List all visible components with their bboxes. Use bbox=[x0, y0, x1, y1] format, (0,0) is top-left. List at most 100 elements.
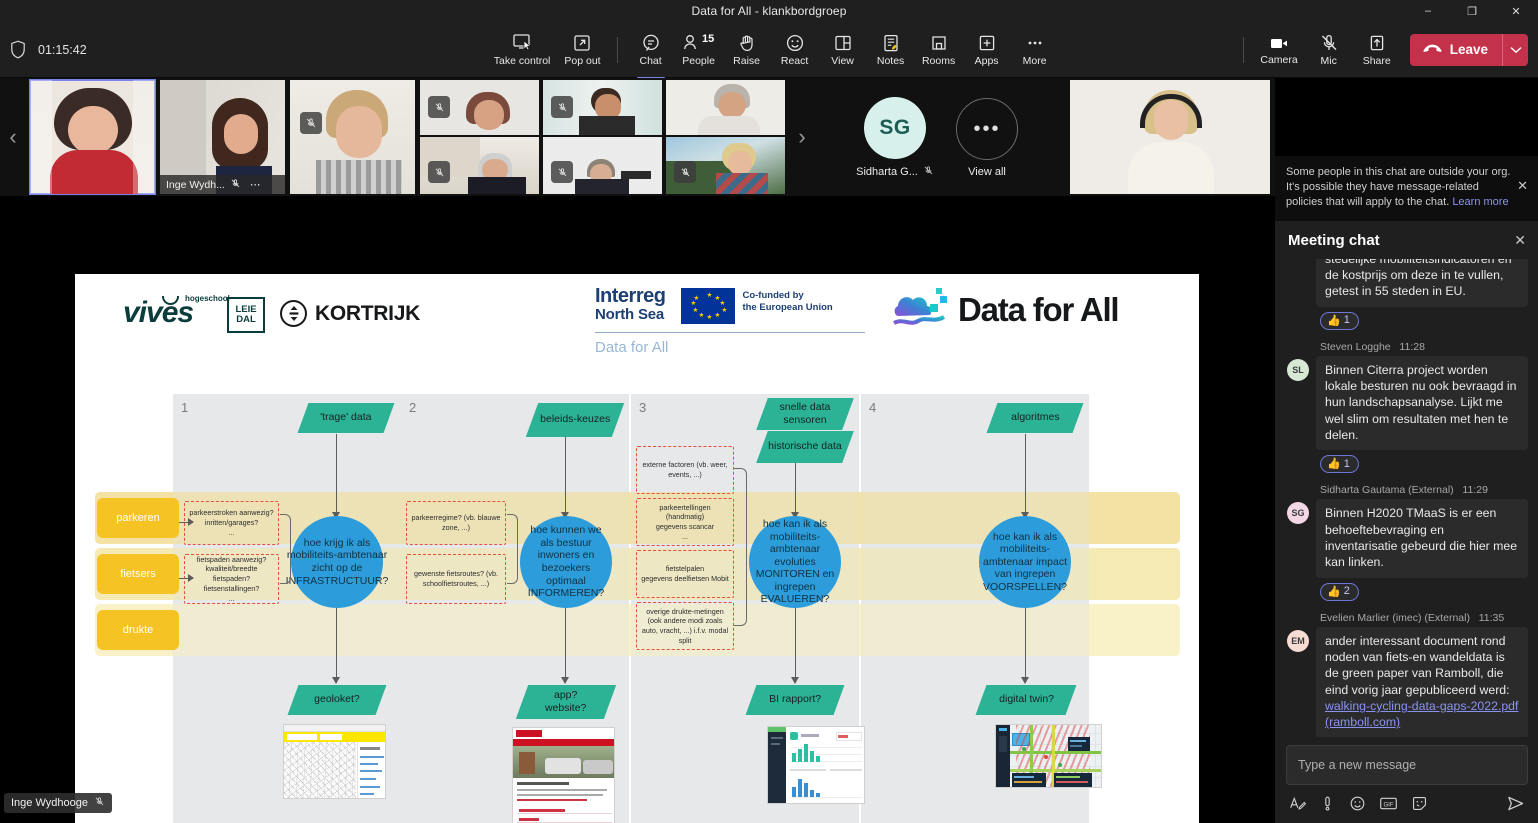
chat-close-icon[interactable]: ✕ bbox=[1514, 232, 1526, 249]
pop-out-button[interactable]: Pop out bbox=[558, 30, 606, 69]
chat-message-reaction[interactable]: 👍 2 bbox=[1320, 582, 1359, 601]
minimize-button[interactable]: – bbox=[1406, 0, 1450, 22]
column-1-note-2[interactable]: fietspaden aanwezig? kwaliteit/breedte f… bbox=[184, 554, 279, 604]
take-control-button[interactable]: Take control bbox=[488, 30, 557, 69]
column-2-note-2[interactable]: gewenste fietsroutes? (vb. schoolfietsro… bbox=[406, 554, 506, 604]
mic-button[interactable]: Mic bbox=[1306, 30, 1352, 69]
column-4-output-thumbnail[interactable] bbox=[995, 724, 1102, 788]
svg-text:GIF: GIF bbox=[1383, 802, 1393, 808]
view-all-tile[interactable]: ••• View all bbox=[944, 90, 1030, 186]
raise-hand-button[interactable]: Raise bbox=[724, 30, 770, 69]
apps-button[interactable]: Apps bbox=[964, 30, 1010, 69]
video-tile-7[interactable] bbox=[420, 137, 539, 194]
video-tile-9[interactable] bbox=[666, 137, 785, 194]
mic-label: Mic bbox=[1320, 55, 1337, 67]
notes-label: Notes bbox=[876, 55, 905, 67]
close-button[interactable]: ✕ bbox=[1494, 0, 1538, 22]
maximize-button[interactable]: ❐ bbox=[1450, 0, 1494, 22]
share-button[interactable]: Share bbox=[1354, 30, 1400, 69]
column-1-output-thumbnail[interactable] bbox=[283, 724, 386, 799]
column-1-output-label: geoloket? bbox=[314, 693, 360, 706]
chat-message-reaction[interactable]: 👍 1 bbox=[1320, 455, 1359, 474]
column-2-question-node[interactable]: hoe kunnen we als bestuur inwoners en be… bbox=[520, 516, 612, 608]
column-2-input-card[interactable]: beleids-keuzes bbox=[525, 403, 625, 437]
column-1-output-card[interactable]: geoloket? bbox=[287, 685, 387, 715]
column-3-output-thumbnail[interactable] bbox=[767, 726, 865, 804]
kortrijk-wordmark: KORTRIJK bbox=[315, 301, 420, 325]
react-button[interactable]: React bbox=[772, 30, 818, 69]
row-label-fietsers[interactable]: fietsers bbox=[97, 554, 179, 594]
emoji-icon[interactable] bbox=[1349, 795, 1366, 812]
leave-button[interactable]: Leave bbox=[1409, 33, 1528, 66]
reaction-count: 2 bbox=[1343, 585, 1350, 598]
view-all-dots-icon[interactable]: ••• bbox=[956, 98, 1018, 160]
chat-message-input[interactable]: Type a new message bbox=[1286, 745, 1528, 785]
column-2-output-thumbnail[interactable] bbox=[512, 727, 615, 823]
format-text-icon[interactable] bbox=[1289, 795, 1306, 812]
giphy-icon[interactable]: GIF bbox=[1379, 795, 1398, 812]
reaction-count: 1 bbox=[1343, 314, 1350, 327]
column-3-note-3[interactable]: fietstelpalen gegevens deelfietsen Mobit bbox=[636, 550, 734, 598]
column-3-question-node[interactable]: hoe kan ik als mobiliteits-ambtenaar evo… bbox=[749, 516, 841, 608]
column-3-input-card-2[interactable]: historische data bbox=[756, 431, 854, 463]
column-3-note-1[interactable]: externe factoren (vb. weer, events, ...) bbox=[636, 446, 734, 494]
column-2-note-1[interactable]: parkeerregime? (vb. blauwe zone, ...) bbox=[406, 501, 506, 545]
video-tile-4-mic-off-icon bbox=[428, 96, 450, 118]
column-4-output-card[interactable]: digital twin? bbox=[975, 685, 1077, 715]
mic-off-icon bbox=[94, 796, 105, 810]
column-3-note-2[interactable]: parkeertellingen (handmatig) gegevens sc… bbox=[636, 498, 734, 546]
column-4-question-node[interactable]: hoe kan ik als mobiliteits-ambtenaar imp… bbox=[979, 516, 1071, 608]
share-label: Share bbox=[1362, 55, 1391, 67]
leave-main[interactable]: Leave bbox=[1410, 34, 1502, 66]
chat-message-row: EM ander interessant document rond noden… bbox=[1287, 626, 1528, 737]
video-tile-6[interactable] bbox=[666, 80, 785, 135]
column-1-question-node[interactable]: hoe krijg ik als mobiliteits-ambtenaar z… bbox=[286, 516, 388, 608]
column-1-output-arrow-line bbox=[336, 608, 338, 683]
column-2-output-card[interactable]: app? website? bbox=[515, 685, 617, 719]
leave-dropdown-caret[interactable] bbox=[1502, 33, 1528, 66]
chat-input-placeholder: Type a new message bbox=[1298, 758, 1417, 772]
chat-label: Chat bbox=[639, 55, 662, 67]
filmstrip-next-button[interactable]: › bbox=[789, 78, 815, 196]
chat-message-list[interactable]: stedelijke mobiliteitsindicatoren en de … bbox=[1275, 258, 1538, 737]
video-tile-5[interactable] bbox=[543, 80, 662, 135]
video-tile-4[interactable] bbox=[420, 80, 539, 135]
video-tile-active-speaker[interactable] bbox=[1070, 80, 1270, 194]
participant-avatar-tile[interactable]: SG Sidharta G... bbox=[852, 90, 938, 186]
chat-message-time: 11:35 bbox=[1478, 611, 1505, 624]
column-1-input-card[interactable]: 'trage' data bbox=[297, 403, 395, 433]
rooms-button[interactable]: Rooms bbox=[916, 30, 962, 69]
sticker-icon[interactable] bbox=[1411, 795, 1428, 812]
camera-label: Camera bbox=[1260, 54, 1298, 66]
banner-learn-more-link[interactable]: Learn more bbox=[1452, 196, 1508, 208]
row-label-parkeren[interactable]: parkeren bbox=[97, 498, 179, 538]
filmstrip-prev-button[interactable]: ‹ bbox=[0, 78, 26, 196]
chat-message-reaction[interactable]: 👍 1 bbox=[1320, 311, 1359, 330]
column-4-input-card[interactable]: algoritmes bbox=[986, 403, 1084, 433]
interreg-programme: Data for All bbox=[595, 339, 669, 356]
video-tile-8[interactable] bbox=[543, 137, 662, 194]
more-button[interactable]: More bbox=[1012, 30, 1058, 69]
shared-content-area: hogeschool vives LEIE DAL KORTRIJK Inter… bbox=[0, 196, 1275, 823]
video-tile-2-overflow[interactable]: ⋯ bbox=[250, 179, 261, 191]
column-3-input-card-1[interactable]: snelle data sensoren bbox=[756, 398, 854, 430]
people-button[interactable]: 15 People bbox=[676, 30, 722, 69]
send-icon[interactable] bbox=[1506, 794, 1525, 813]
important-icon[interactable] bbox=[1319, 795, 1336, 812]
camera-button[interactable]: Camera bbox=[1254, 31, 1303, 68]
column-3-note-4[interactable]: overige drukte-metingen (ook andere modi… bbox=[636, 602, 734, 650]
row-label-drukte[interactable]: drukte bbox=[97, 610, 179, 650]
miro-board[interactable]: hogeschool vives LEIE DAL KORTRIJK Inter… bbox=[75, 274, 1199, 823]
banner-close-icon[interactable]: ✕ bbox=[1517, 165, 1528, 211]
video-tile-1[interactable] bbox=[29, 79, 156, 195]
chat-message-link[interactable]: walking-cycling-data-gaps-2022.pdf (ramb… bbox=[1325, 699, 1518, 729]
notes-button[interactable]: Notes bbox=[868, 30, 914, 69]
column-3-number: 3 bbox=[639, 400, 647, 415]
video-tile-3[interactable] bbox=[290, 80, 415, 194]
chat-button[interactable]: Chat bbox=[628, 30, 674, 79]
view-button[interactable]: View bbox=[820, 30, 866, 69]
video-tile-2[interactable]: Inge Wydh... ⋯ bbox=[160, 80, 285, 194]
column-3-note-4-text: overige drukte-metingen (ook andere modi… bbox=[641, 606, 729, 645]
column-1-note-1[interactable]: parkeerstroken aanwezig? inritten/garage… bbox=[184, 501, 279, 545]
column-3-output-card[interactable]: BI rapport? bbox=[745, 685, 845, 715]
